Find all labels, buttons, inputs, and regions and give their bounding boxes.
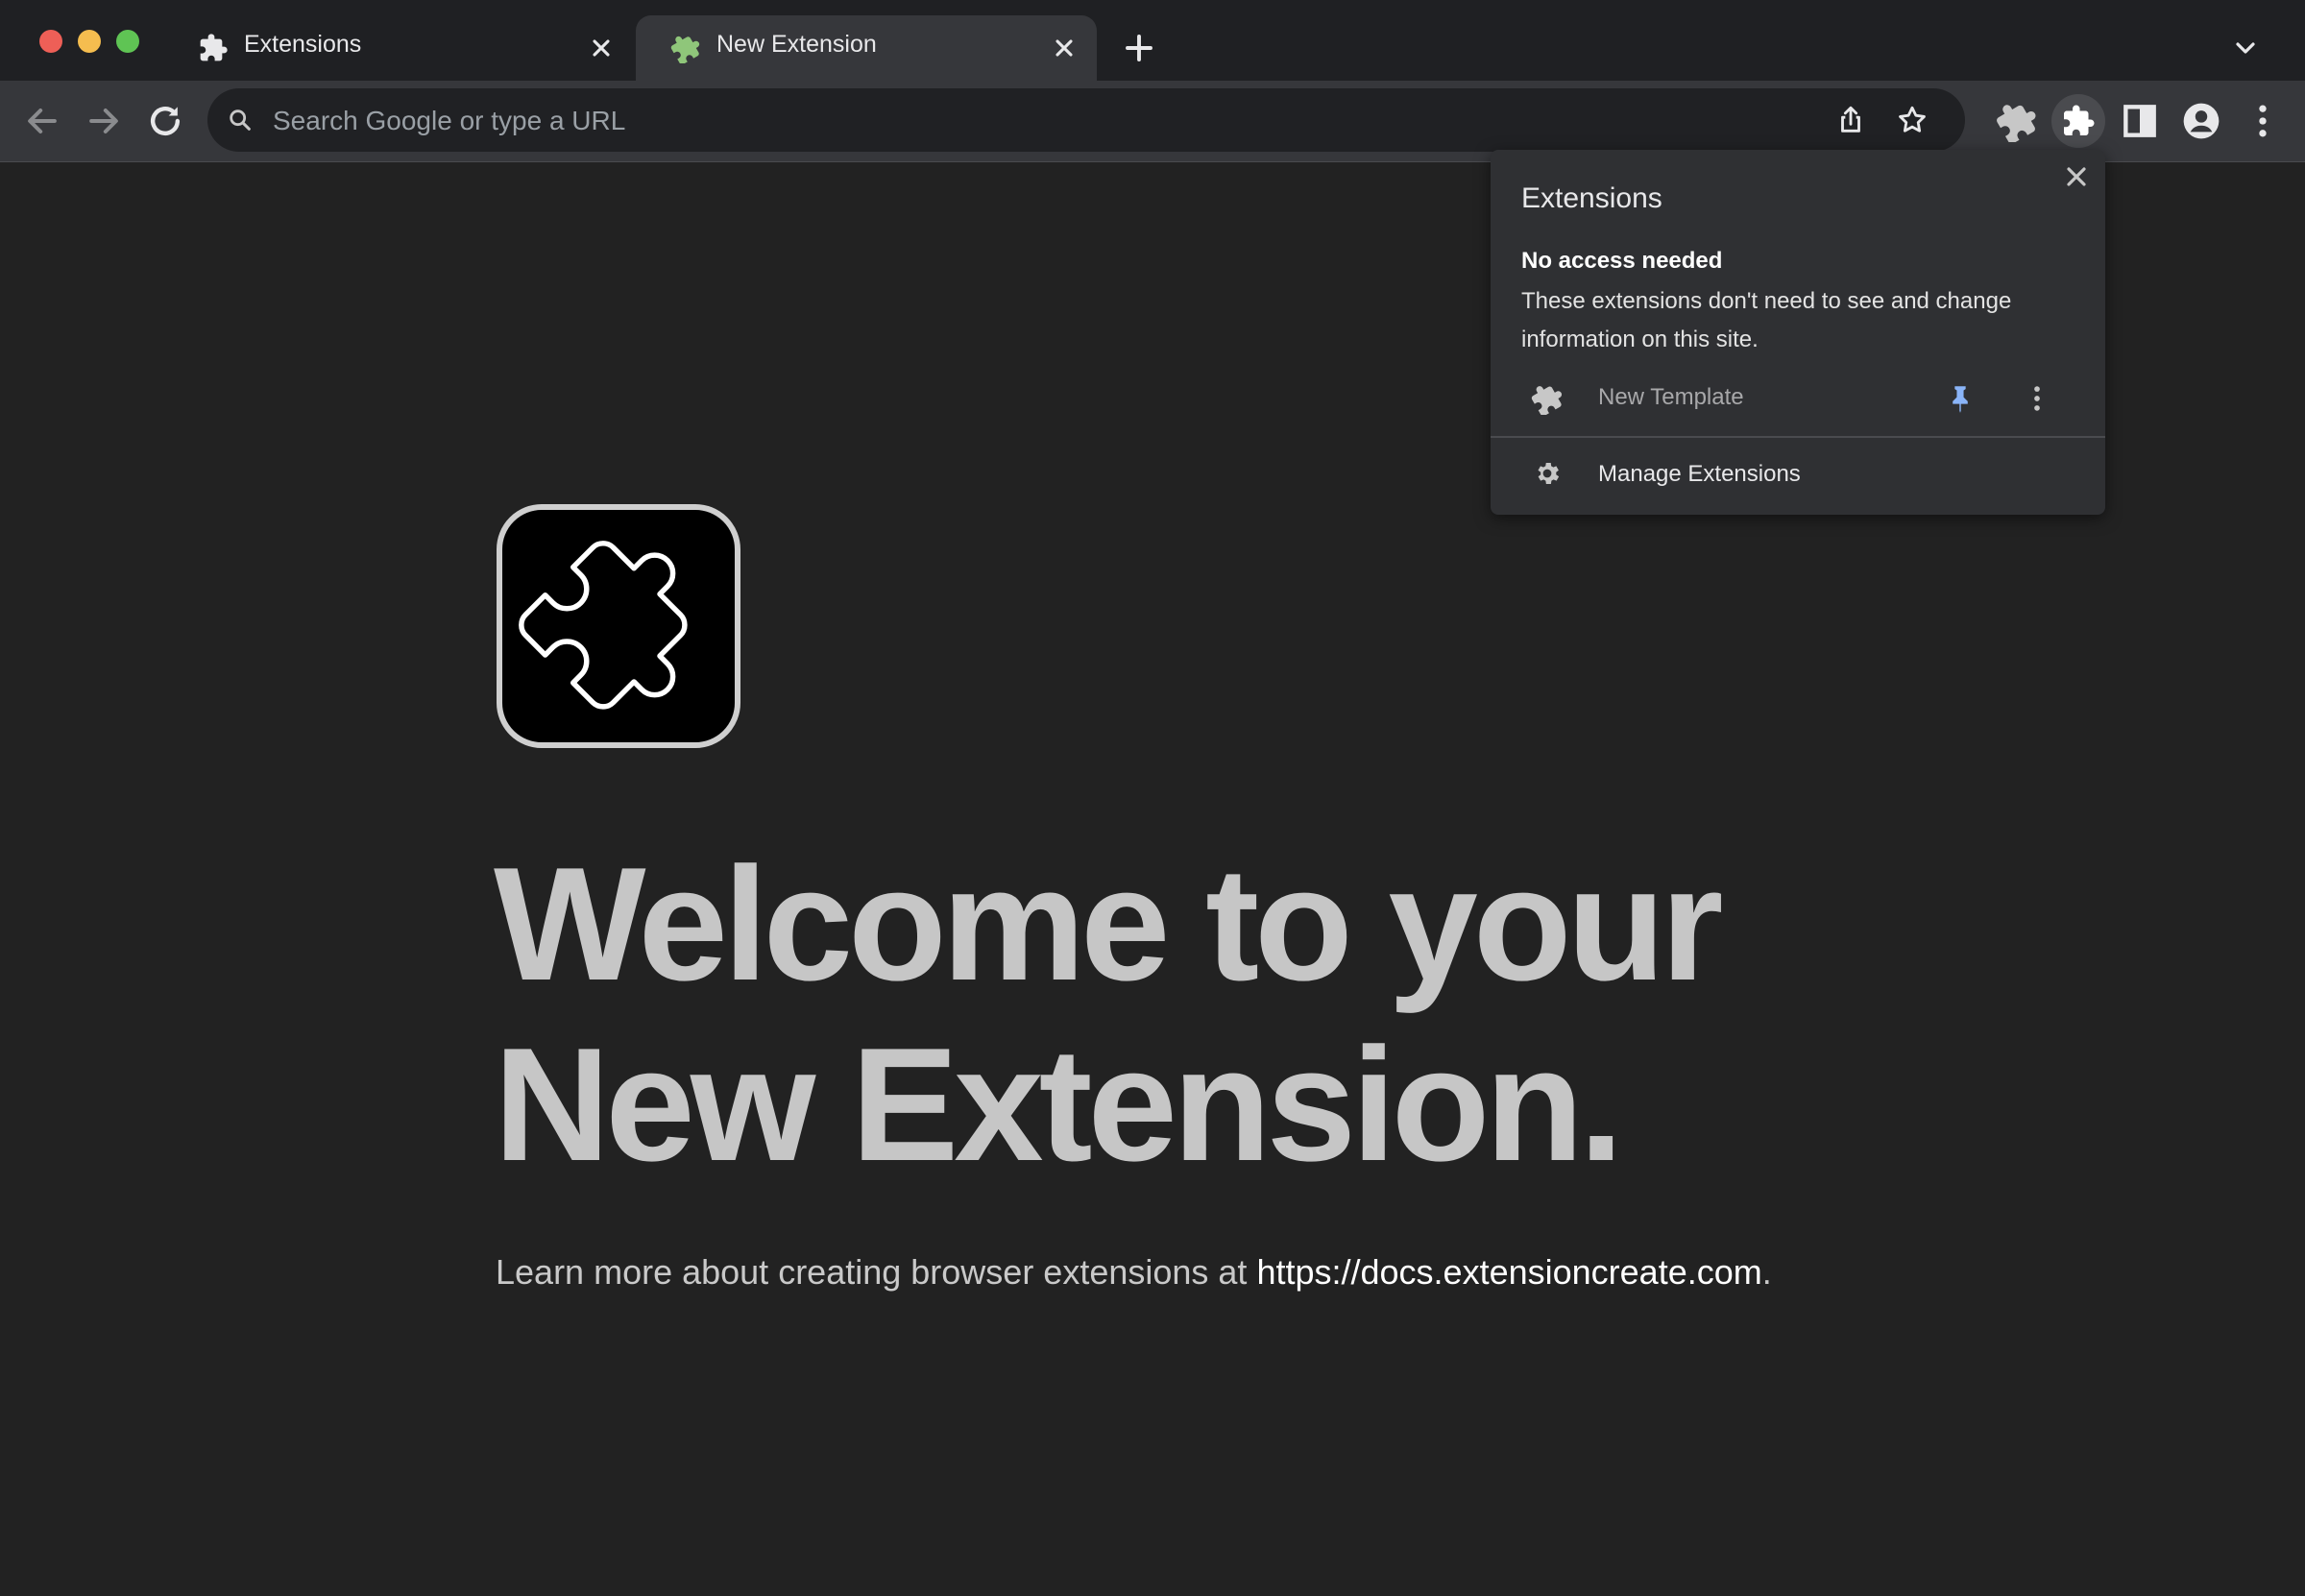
extensions-popup: Extensions No access needed These extens… xyxy=(1491,150,2105,515)
popup-title: Extensions xyxy=(1521,182,1662,214)
welcome-heading: Welcome to your New Extension. xyxy=(494,834,1992,1195)
puzzle-green-icon xyxy=(670,36,700,63)
star-icon[interactable] xyxy=(1896,104,1929,136)
omnibox-input[interactable] xyxy=(271,98,1715,144)
tab-new-extension[interactable]: New Extension xyxy=(636,15,1097,81)
puzzle-icon xyxy=(200,34,228,61)
side-panel-icon[interactable] xyxy=(2119,100,2161,142)
tab-extensions[interactable]: Extensions xyxy=(163,15,634,81)
tab-title: Extensions xyxy=(244,31,362,58)
minimize-window-button[interactable] xyxy=(78,30,101,53)
extensions-icon xyxy=(2064,105,2095,135)
popup-divider xyxy=(1491,436,2105,438)
chevron-down-icon[interactable] xyxy=(2230,33,2261,63)
heading-line-1: Welcome to your xyxy=(494,834,1723,1014)
browser-window: Extensions New Extension Search Google o… xyxy=(0,0,2305,1596)
reload-icon[interactable] xyxy=(144,100,186,142)
popup-subheading: No access needed xyxy=(1521,248,1723,274)
tab-strip: Extensions New Extension xyxy=(0,0,2305,81)
manage-extensions-label: Manage Extensions xyxy=(1598,461,1801,487)
extension-name: New Template xyxy=(1598,384,1744,410)
maximize-window-button[interactable] xyxy=(116,30,139,53)
tab-title: New Extension xyxy=(716,31,877,58)
address-bar[interactable] xyxy=(207,88,1965,152)
close-icon[interactable] xyxy=(2061,161,2092,192)
new-tab-plus-icon[interactable] xyxy=(1122,31,1156,65)
learn-more-text: Learn more about creating browser extens… xyxy=(496,1252,1772,1293)
close-icon[interactable] xyxy=(588,35,615,61)
learn-more-label: Learn more about creating browser extens… xyxy=(496,1252,1257,1292)
pin-icon[interactable] xyxy=(1944,382,1977,415)
extension-template-icon[interactable] xyxy=(1996,100,2038,142)
close-window-button[interactable] xyxy=(39,30,62,53)
docs-link[interactable]: https://docs.extensioncreate.com xyxy=(1256,1252,1761,1292)
forward-icon[interactable] xyxy=(83,100,125,142)
back-icon[interactable] xyxy=(21,100,63,142)
extension-logo-icon xyxy=(497,504,740,748)
puzzle-icon xyxy=(1531,386,1563,415)
gear-icon xyxy=(1538,463,1560,484)
extension-item-new-template[interactable]: New Template xyxy=(1491,369,2105,428)
learn-more-suffix: . xyxy=(1761,1252,1772,1292)
profile-icon[interactable] xyxy=(2180,100,2222,142)
more-vert-icon[interactable] xyxy=(2021,382,2053,415)
extensions-button[interactable] xyxy=(2051,94,2105,148)
menu-icon[interactable] xyxy=(2242,100,2284,142)
share-icon[interactable] xyxy=(1834,104,1867,136)
popup-description: These extensions don't need to see and c… xyxy=(1521,288,2012,352)
search-icon xyxy=(230,109,251,131)
manage-extensions-button[interactable]: Manage Extensions xyxy=(1491,440,2105,507)
close-icon[interactable] xyxy=(1051,35,1078,61)
heading-line-2: New Extension. xyxy=(494,1014,1624,1195)
